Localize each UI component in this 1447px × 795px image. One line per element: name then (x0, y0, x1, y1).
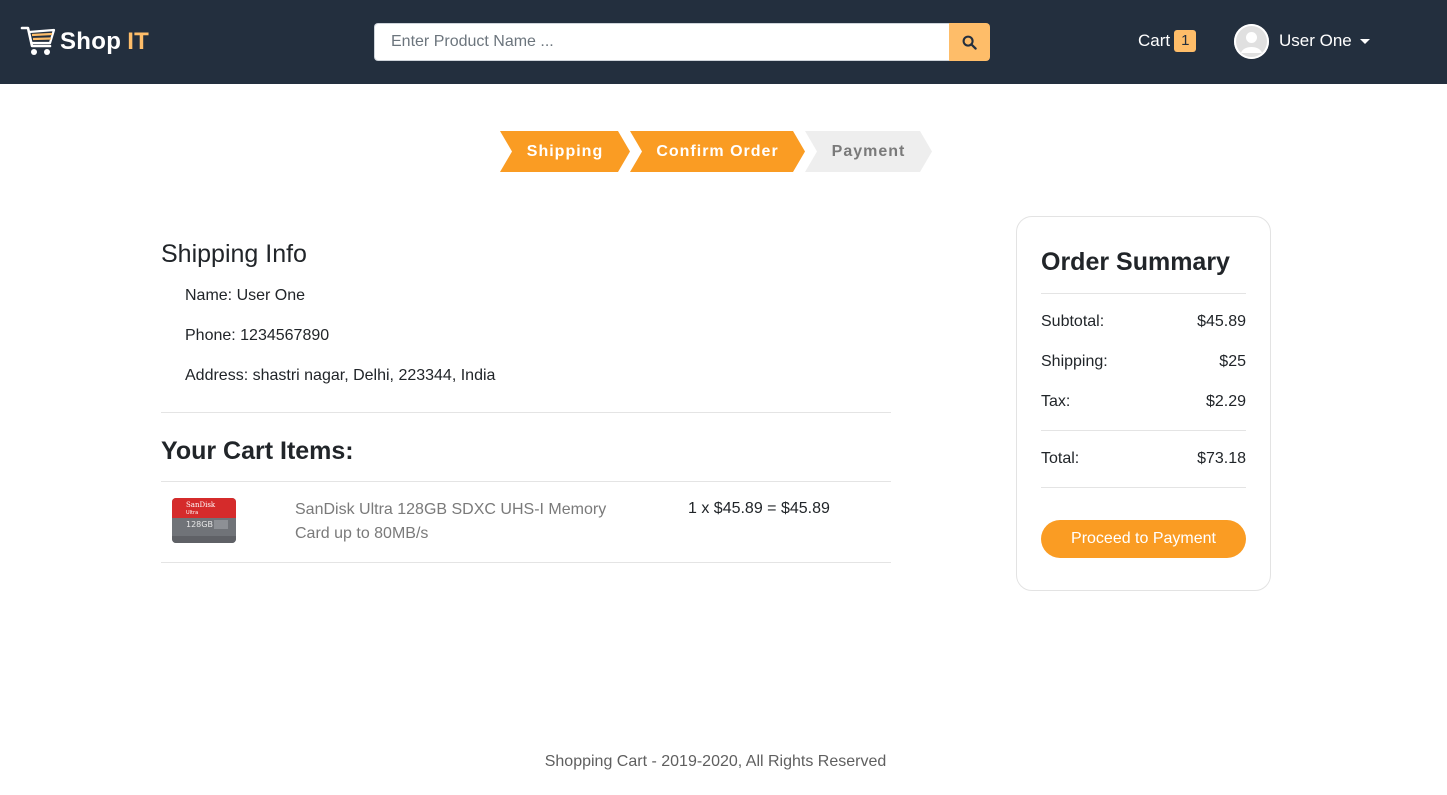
cart-count-badge: 1 (1174, 30, 1197, 52)
divider (161, 412, 891, 413)
subtotal-value: $45.89 (1197, 313, 1246, 330)
product-image[interactable]: SanDisk Ultra 128GB (172, 498, 236, 543)
cart-label: Cart (1138, 31, 1171, 50)
brand-name: Shop IT (60, 28, 150, 55)
user-name: User One (1279, 31, 1352, 50)
step-shipping[interactable]: Shipping (500, 131, 630, 172)
divider (161, 562, 891, 563)
brand-logo[interactable]: Shop IT (20, 24, 149, 60)
tax-value: $2.29 (1205, 393, 1246, 410)
divider (1041, 487, 1246, 488)
user-menu[interactable]: User One (1234, 23, 1370, 59)
subtotal-label: Subtotal: (1041, 313, 1105, 330)
svg-text:SanDisk: SanDisk (186, 501, 216, 509)
footer-text: Shopping Cart - 2019-2020, All Rights Re… (544, 753, 887, 770)
search-input[interactable] (374, 23, 949, 61)
tax-row: Tax: $2.29 (1041, 393, 1246, 411)
order-summary-card: Order Summary Subtotal: $45.89 Shipping:… (1016, 216, 1271, 591)
proceed-to-payment-button[interactable]: Proceed to Payment (1041, 520, 1246, 558)
tax-label: Tax: (1041, 393, 1071, 410)
shipping-info-title: Shipping Info (161, 240, 307, 268)
shipping-name: Name: User One (185, 287, 306, 304)
item-price-line: 1 x $45.89 = $45.89 (688, 500, 830, 517)
navbar: ShopIT Cart 1 User One (0, 0, 1447, 84)
shipping-address: Address: shastri nagar, Delhi, 223344, I… (185, 367, 496, 384)
shipping-phone: Phone: 1234567890 (185, 327, 330, 344)
search-bar (374, 23, 990, 61)
cart-items-title: Your Cart Items: (161, 437, 354, 465)
total-value: $73.18 (1197, 450, 1246, 467)
user-avatar-icon (1234, 23, 1269, 59)
svg-text:128GB: 128GB (186, 520, 213, 529)
order-summary-title: Order Summary (1041, 248, 1230, 276)
product-name-link[interactable]: SanDisk Ultra 128GB SDXC UHS-I Memory Ca… (295, 498, 635, 546)
cart-link[interactable]: Cart 1 (1138, 29, 1197, 53)
shipping-value: $25 (1219, 353, 1246, 370)
divider (1041, 293, 1246, 294)
chevron-down-icon (1359, 38, 1370, 44)
step-confirm-order[interactable]: Confirm Order (630, 131, 805, 172)
total-label: Total: (1041, 450, 1080, 467)
shipping-row: Shipping: $25 (1041, 353, 1246, 371)
search-icon (962, 35, 977, 50)
shipping-label: Shipping: (1041, 353, 1108, 370)
shopping-cart-icon (20, 26, 56, 55)
search-button[interactable] (949, 23, 990, 61)
subtotal-row: Subtotal: $45.89 (1041, 313, 1246, 331)
step-payment: Payment (805, 131, 932, 172)
divider (1041, 430, 1246, 431)
svg-text:Ultra: Ultra (186, 510, 198, 516)
divider (161, 481, 891, 482)
total-row: Total: $73.18 (1041, 450, 1246, 468)
